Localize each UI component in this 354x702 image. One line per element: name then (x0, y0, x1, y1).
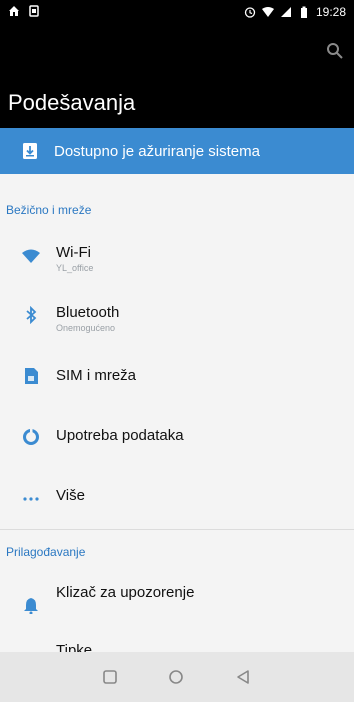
recent-apps-icon[interactable] (101, 668, 119, 686)
page-title: Podešavanja (8, 90, 136, 115)
settings-item-label: SIM i mreža (56, 367, 137, 384)
settings-item-data-usage[interactable]: Upotreba podataka (0, 410, 354, 470)
status-time: 19:28 (315, 5, 346, 19)
app-notification-icon (29, 5, 39, 17)
settings-item-label: Više (56, 487, 85, 504)
settings-item-label: Klizač za upozorenje (56, 584, 195, 601)
section-divider (0, 529, 354, 530)
system-update-text: Dostupno je ažuriranje sistema (54, 143, 260, 160)
settings-item-label: Wi-Fi (56, 244, 91, 261)
bluetooth-icon (26, 306, 37, 324)
sim-card-icon (25, 368, 38, 384)
alert-slider-icon (24, 598, 38, 614)
app-header: Podešavanja (0, 24, 354, 128)
settings-item-alert-slider[interactable]: Klizač za upozorenje (0, 570, 354, 630)
home-notification-icon (9, 6, 19, 16)
wifi-signal-icon (261, 7, 274, 17)
more-icon (23, 497, 39, 501)
settings-item-subtitle: YL_office (56, 263, 94, 273)
search-icon[interactable] (326, 42, 344, 60)
navigation-bar (0, 652, 354, 702)
settings-item-label: Upotreba podataka (56, 427, 184, 444)
system-update-banner[interactable]: Dostupno je ažuriranje sistema (0, 128, 354, 174)
settings-item-sim[interactable]: SIM i mreža (0, 350, 354, 410)
section-header-customization: Prilagođavanje (6, 545, 86, 559)
battery-icon (300, 6, 307, 18)
settings-item-wifi[interactable]: Wi-Fi YL_office (0, 230, 354, 290)
back-icon[interactable] (234, 668, 252, 686)
system-update-icon (23, 143, 37, 159)
wifi-icon (22, 249, 40, 263)
section-header-wireless: Bežično i mreže (6, 203, 92, 217)
cell-signal-icon (280, 7, 291, 17)
settings-item-subtitle: Onemogućeno (56, 323, 116, 333)
alarm-icon (244, 7, 256, 18)
home-icon[interactable] (167, 668, 185, 686)
data-usage-icon (23, 428, 39, 445)
settings-item-bluetooth[interactable]: Bluetooth Onemogućeno (0, 290, 354, 350)
status-bar: 19:28 (0, 0, 354, 24)
settings-item-label: Bluetooth (56, 304, 120, 321)
settings-item-more[interactable]: Više (0, 470, 354, 530)
